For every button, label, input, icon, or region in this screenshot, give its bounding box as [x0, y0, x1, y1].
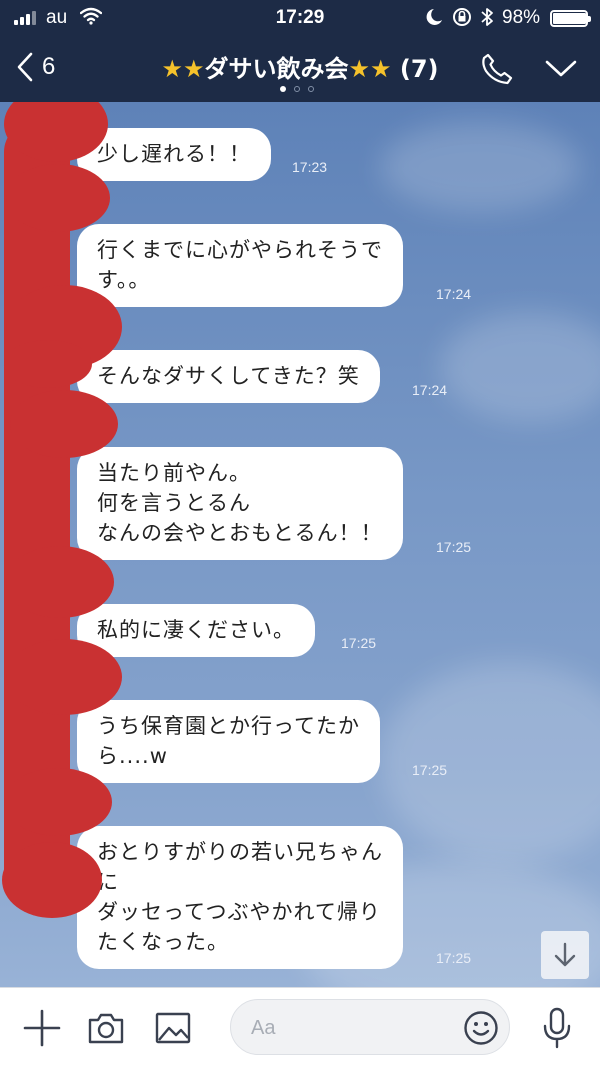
- title-stars-left: ★★: [161, 55, 205, 83]
- image-icon[interactable]: [153, 1008, 193, 1048]
- moon-icon: [426, 9, 442, 25]
- status-bar: au 17:29 98%: [0, 0, 600, 36]
- chevron-down-icon[interactable]: [544, 58, 578, 80]
- message-time: 17:25: [436, 950, 472, 966]
- camera-icon[interactable]: [86, 1008, 126, 1048]
- unread-count: 6: [42, 53, 56, 80]
- message-time: 17:25: [436, 539, 472, 555]
- emoji-icon[interactable]: [463, 1010, 499, 1046]
- chat-title[interactable]: ★★ダサい飲み会★★ (7): [100, 49, 500, 84]
- redaction-scribble: [2, 102, 122, 918]
- page-indicator: [280, 86, 320, 94]
- plus-icon[interactable]: [22, 1008, 62, 1048]
- group-name: ダサい飲み会: [204, 55, 349, 83]
- message-time: 17:24: [412, 382, 448, 398]
- scroll-to-bottom-button[interactable]: [541, 931, 589, 979]
- back-chevron-icon: [17, 52, 33, 82]
- top-bar: au 17:29 98% 6 ★★ダサい飲み会★★ (7): [0, 0, 600, 102]
- back-button[interactable]: 6: [16, 50, 55, 84]
- message-time: 17:23: [292, 159, 328, 175]
- chat-header: 6 ★★ダサい飲み会★★ (7): [0, 36, 600, 102]
- microphone-icon[interactable]: [540, 1006, 574, 1050]
- arrow-down-icon: [554, 942, 576, 967]
- message-time: 17:25: [412, 762, 448, 778]
- message-time: 17:24: [436, 286, 472, 302]
- message-composer: [0, 987, 600, 1066]
- battery-level: [553, 13, 587, 24]
- status-indicator-icons: [426, 8, 493, 26]
- battery-icon: [550, 10, 591, 27]
- rotation-lock-icon: [453, 8, 471, 26]
- member-count: (7): [399, 55, 439, 83]
- bluetooth-icon: [481, 8, 493, 26]
- battery-percentage: 98%: [502, 7, 541, 28]
- chat-area[interactable]: 少し遅れる！！ 17:23 行くまでに心がやられそうで す。。 17:24 そん…: [0, 102, 600, 987]
- message-time: 17:25: [341, 635, 377, 651]
- phone-icon[interactable]: [480, 52, 514, 86]
- title-stars-right: ★★: [348, 55, 392, 83]
- message-input[interactable]: [251, 1013, 461, 1043]
